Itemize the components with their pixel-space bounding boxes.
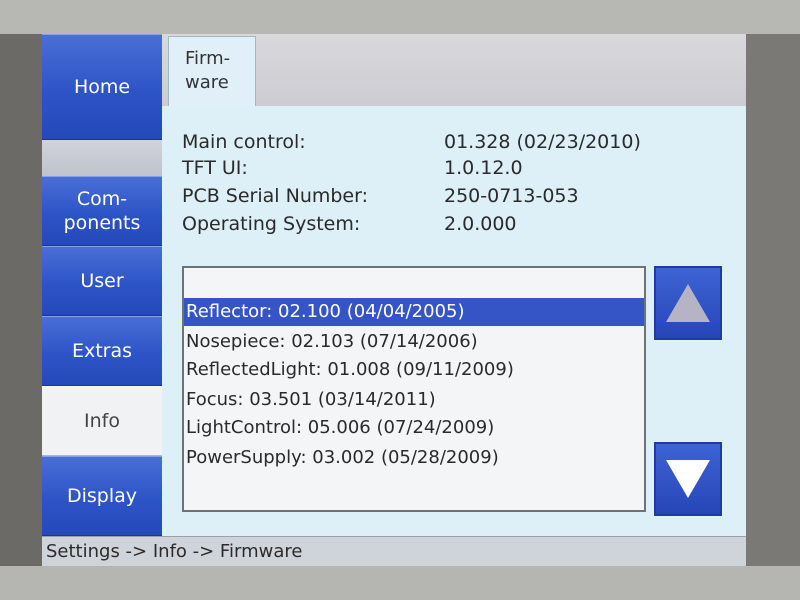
nav-info-label: Info bbox=[84, 410, 120, 432]
list-item[interactable]: Focus: 03.501 (03/14/2011) bbox=[184, 386, 644, 414]
device-bezel-right bbox=[746, 34, 800, 566]
nav-extras-button[interactable]: Extras bbox=[42, 316, 162, 386]
device-bezel-bottom bbox=[0, 566, 800, 600]
pcb-serial-label: PCB Serial Number: bbox=[182, 185, 368, 207]
nav-user-label: User bbox=[80, 270, 124, 292]
operating-system-label: Operating System: bbox=[182, 213, 361, 235]
tft-ui-value: 1.0.12.0 bbox=[444, 157, 523, 179]
list-item[interactable]: PowerSupply: 03.002 (05/28/2009) bbox=[184, 444, 644, 472]
tab-firmware-label: Firm- ware bbox=[185, 48, 231, 93]
down-arrow-icon bbox=[666, 460, 710, 498]
list-item[interactable]: Reflector: 02.100 (04/04/2005) bbox=[184, 298, 644, 326]
operating-system-value: 2.0.000 bbox=[444, 213, 517, 235]
list-item[interactable]: Nosepiece: 02.103 (07/14/2006) bbox=[184, 328, 644, 356]
nav-components-button[interactable]: Com- ponents bbox=[42, 176, 162, 246]
nav-display-label: Display bbox=[66, 485, 138, 507]
tab-bar: Firm- ware bbox=[162, 34, 746, 106]
nav-display-button[interactable]: Display bbox=[42, 456, 162, 536]
up-arrow-icon bbox=[666, 284, 710, 322]
component-firmware-list[interactable]: Reflector: 02.100 (04/04/2005) Nosepiece… bbox=[182, 266, 646, 512]
tab-firmware[interactable]: Firm- ware bbox=[168, 36, 256, 106]
list-item[interactable]: ReflectedLight: 01.008 (09/11/2009) bbox=[184, 356, 644, 384]
nav-extras-label: Extras bbox=[71, 340, 133, 362]
breadcrumb: Settings -> Info -> Firmware bbox=[42, 536, 746, 566]
device-bezel-top bbox=[0, 0, 800, 34]
breadcrumb-text: Settings -> Info -> Firmware bbox=[46, 541, 303, 562]
nav-home-button[interactable]: Home bbox=[42, 34, 162, 140]
device-bezel-left bbox=[0, 34, 42, 566]
nav-home-label: Home bbox=[73, 76, 131, 98]
pcb-serial-value: 250-0713-053 bbox=[444, 185, 579, 207]
nav-components-label: Com- ponents bbox=[63, 188, 141, 234]
touch-screen: Home Com- ponents User Extras Info Displ… bbox=[42, 34, 746, 566]
scroll-up-button[interactable] bbox=[654, 266, 722, 340]
tft-ui-label: TFT UI: bbox=[182, 157, 248, 179]
main-control-label: Main control: bbox=[182, 131, 306, 153]
list-item[interactable]: LightControl: 05.006 (07/24/2009) bbox=[184, 414, 644, 442]
nav-spacer bbox=[42, 140, 162, 176]
scroll-down-button[interactable] bbox=[654, 442, 722, 516]
nav-info-button[interactable]: Info bbox=[42, 386, 162, 456]
main-control-value: 01.328 (02/23/2010) bbox=[444, 131, 641, 153]
nav-user-button[interactable]: User bbox=[42, 246, 162, 316]
